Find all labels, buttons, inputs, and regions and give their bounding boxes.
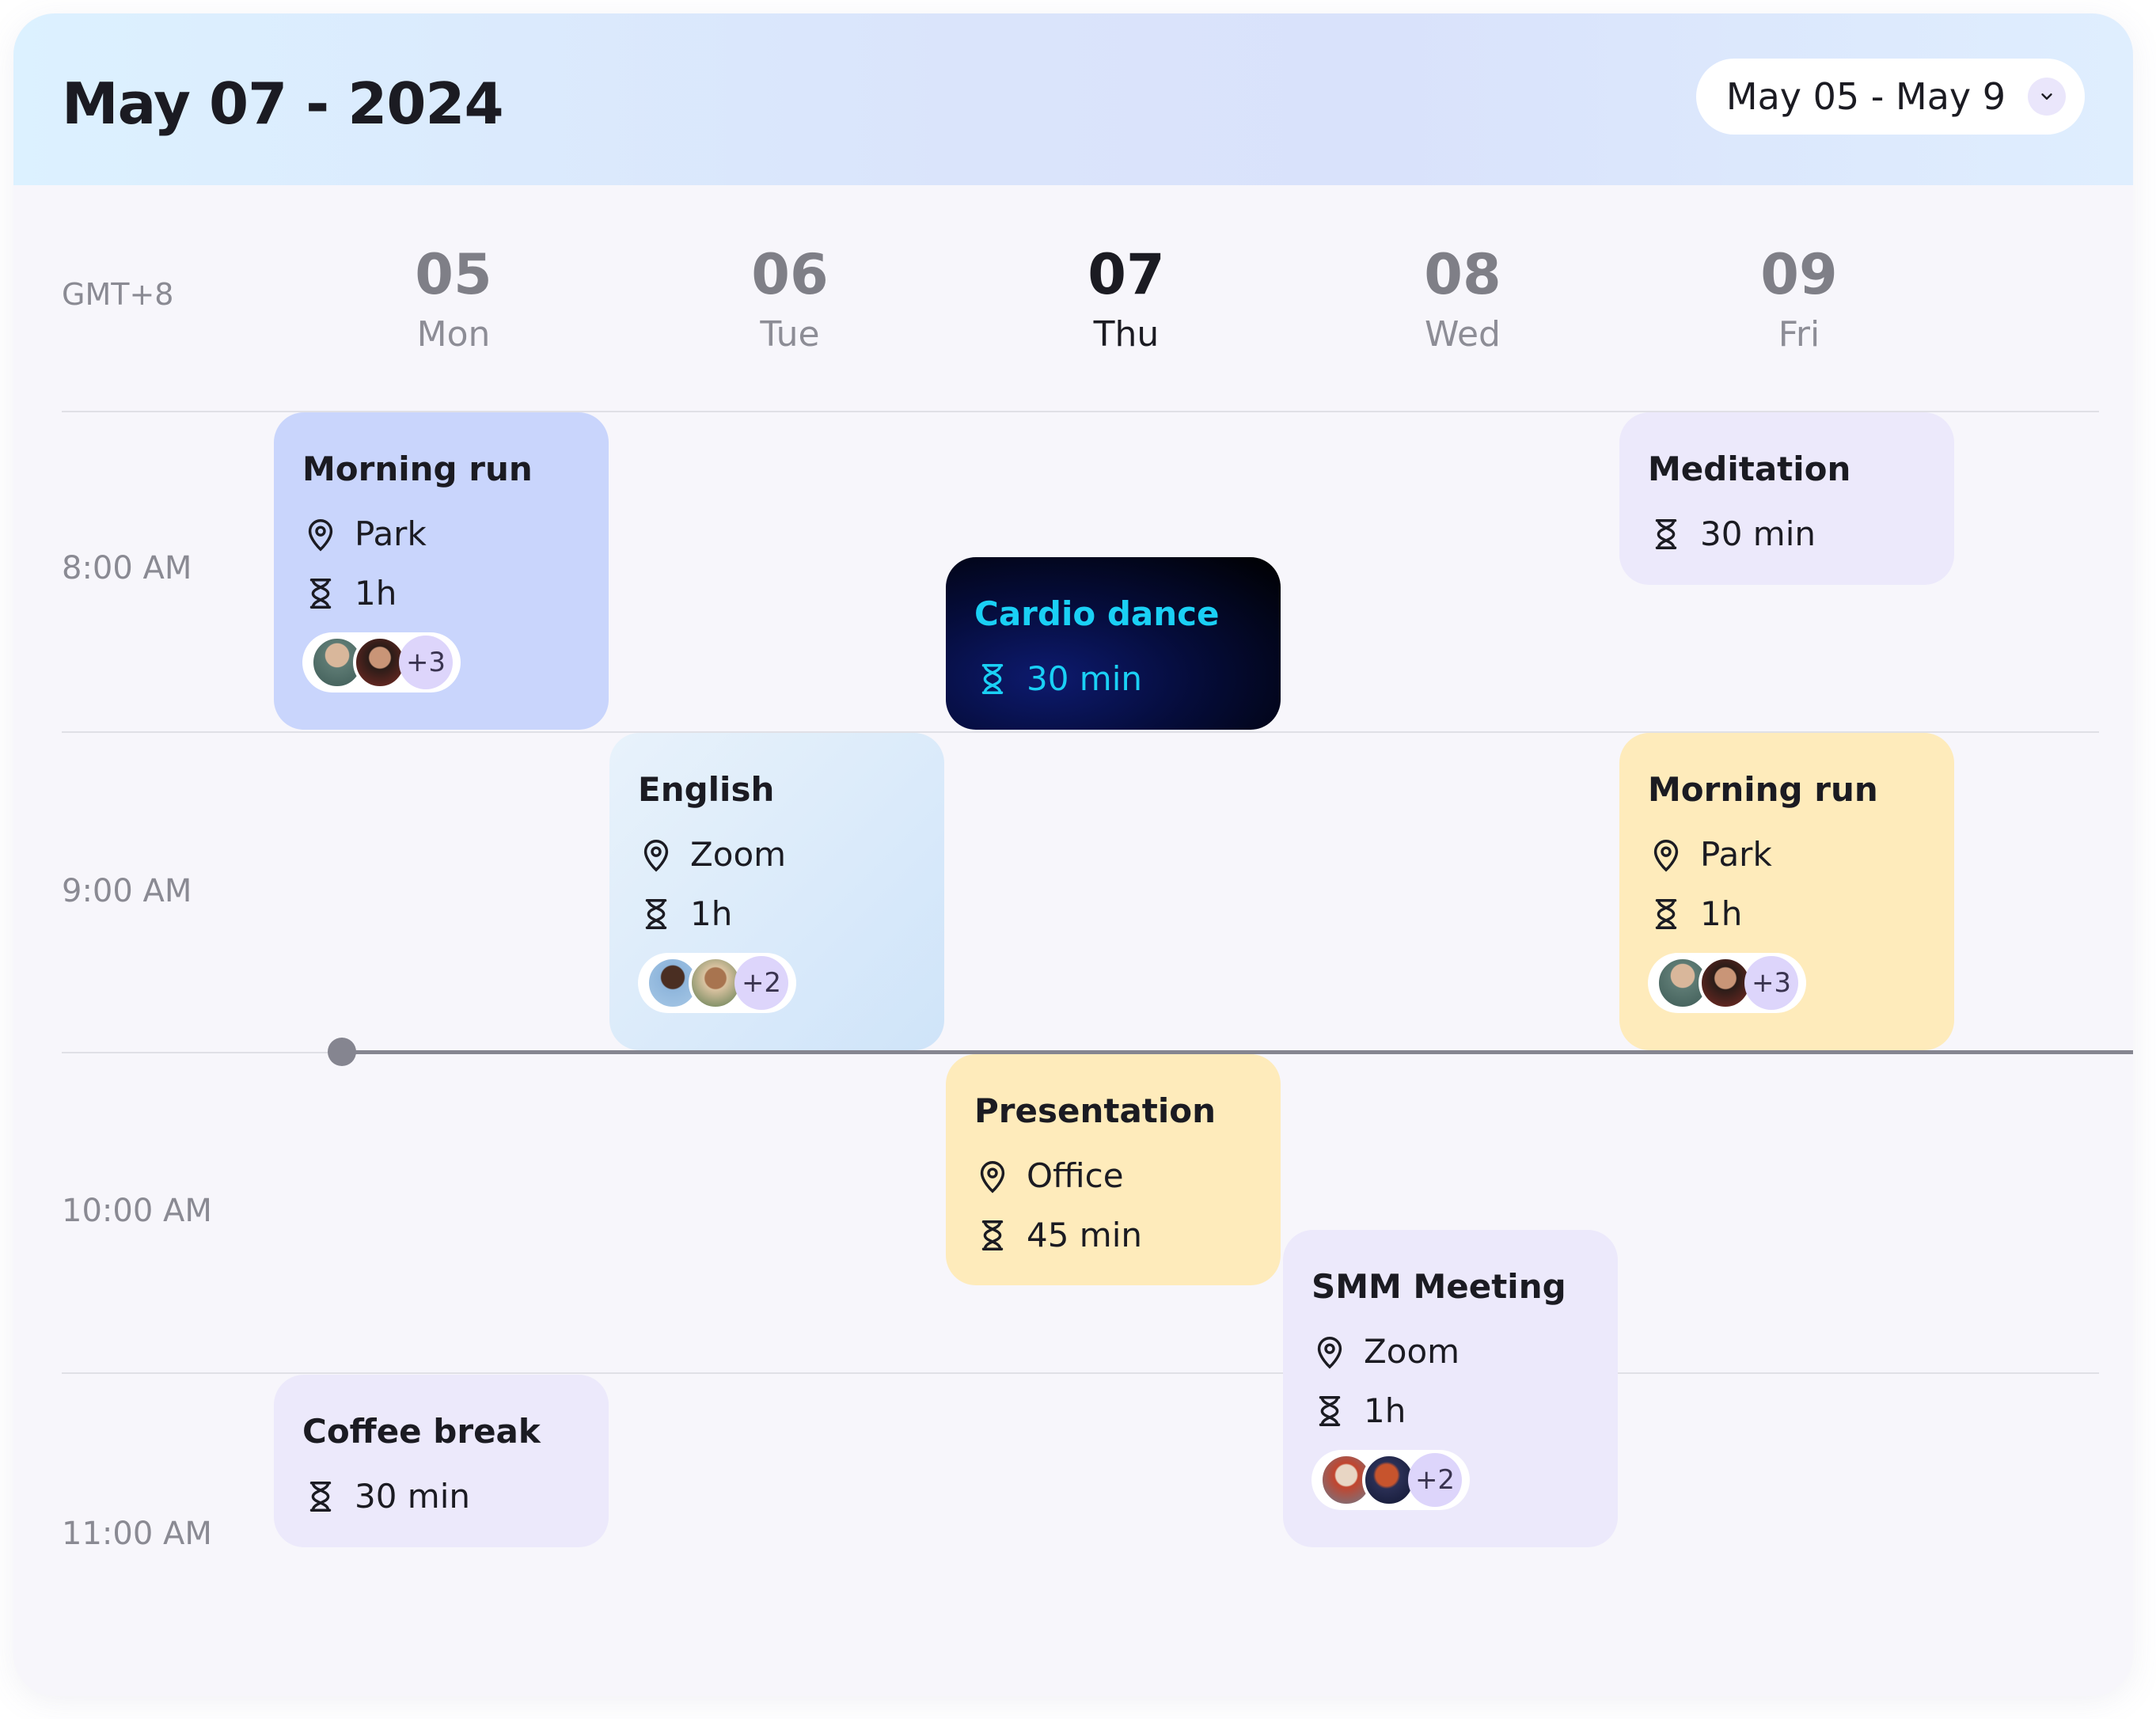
day-number: 07 <box>1087 242 1165 307</box>
date-range-label: May 05 - May 9 <box>1725 75 2006 118</box>
calendar-card: May 07 - 2024 May 05 - May 9 GMT+8 05 Mo… <box>13 13 2133 1696</box>
hourglass-icon <box>1655 898 1677 929</box>
time-label: 8:00 AM <box>62 550 192 586</box>
event-presentation[interactable]: Presentation Office 45 min <box>946 1054 1281 1285</box>
event-smm-meeting[interactable]: SMM Meeting Zoom 1h +2 <box>1283 1230 1618 1547</box>
day-number: 06 <box>751 242 829 307</box>
hourglass-icon <box>645 898 667 929</box>
event-location: Park <box>355 514 427 553</box>
event-duration: 45 min <box>1027 1216 1142 1254</box>
attendee-avatars[interactable]: +3 <box>1648 953 1806 1013</box>
event-duration: 30 min <box>1700 514 1816 553</box>
location-pin-icon <box>643 839 669 872</box>
event-english[interactable]: English Zoom 1h +2 <box>609 733 944 1050</box>
day-name: Fri <box>1778 314 1820 355</box>
hourglass-icon <box>309 1481 332 1512</box>
more-attendees-badge: +3 <box>399 636 453 689</box>
day-header-mon[interactable]: 05 Mon <box>366 243 541 355</box>
day-header-wed[interactable]: 08 Wed <box>1376 243 1550 355</box>
event-location: Park <box>1700 835 1772 874</box>
current-time-dot <box>328 1038 356 1066</box>
more-attendees-badge: +3 <box>1744 956 1798 1010</box>
event-title: Morning run <box>1648 770 1878 809</box>
more-attendees-badge: +2 <box>1408 1453 1462 1507</box>
event-title: English <box>638 770 775 809</box>
hour-divider <box>62 1372 2099 1374</box>
event-duration: 30 min <box>1027 659 1142 698</box>
time-label: 9:00 AM <box>62 873 192 909</box>
hourglass-icon <box>981 1220 1004 1250</box>
day-number: 08 <box>1424 242 1501 307</box>
timezone-label: GMT+8 <box>62 277 174 312</box>
day-name: Tue <box>760 314 820 355</box>
calendar-header: May 07 - 2024 May 05 - May 9 <box>13 13 2133 185</box>
page-title: May 07 - 2024 <box>62 70 504 137</box>
event-duration: 1h <box>690 894 733 933</box>
event-location: Zoom <box>690 835 787 874</box>
location-pin-icon <box>1317 1336 1342 1369</box>
event-location: Zoom <box>1364 1332 1460 1371</box>
event-title: Presentation <box>974 1091 1217 1130</box>
hourglass-icon <box>1655 518 1677 549</box>
hourglass-icon <box>981 663 1004 694</box>
hourglass-icon <box>1319 1395 1341 1426</box>
event-morning-run-fri[interactable]: Morning run Park 1h +3 <box>1619 733 1954 1050</box>
attendee-avatars[interactable]: +3 <box>302 632 461 693</box>
event-title: Coffee break <box>302 1412 541 1451</box>
event-duration: 1h <box>1364 1391 1406 1430</box>
hourglass-icon <box>309 578 332 609</box>
event-coffee-break[interactable]: Coffee break 30 min <box>274 1375 609 1547</box>
event-title: Cardio dance <box>974 594 1220 633</box>
day-header-thu[interactable]: 07 Thu <box>1039 243 1213 355</box>
event-cardio-dance[interactable]: Cardio dance 30 min <box>946 557 1281 730</box>
event-title: SMM Meeting <box>1311 1267 1566 1306</box>
time-label: 10:00 AM <box>62 1193 212 1229</box>
attendee-avatars[interactable]: +2 <box>1311 1450 1470 1510</box>
day-header-tue[interactable]: 06 Tue <box>703 243 877 355</box>
event-duration: 30 min <box>355 1477 470 1516</box>
location-pin-icon <box>980 1160 1005 1193</box>
more-attendees-badge: +2 <box>734 956 788 1010</box>
event-duration: 1h <box>1700 894 1743 933</box>
chevron-down-icon <box>2028 78 2066 116</box>
attendee-avatars[interactable]: +2 <box>638 953 796 1013</box>
event-title: Morning run <box>302 450 533 488</box>
location-pin-icon <box>308 518 333 552</box>
location-pin-icon <box>1653 839 1679 872</box>
time-label: 11:00 AM <box>62 1516 212 1552</box>
event-meditation[interactable]: Meditation 30 min <box>1619 412 1954 585</box>
day-name: Wed <box>1425 314 1501 355</box>
event-duration: 1h <box>355 574 397 613</box>
event-morning-run-mon[interactable]: Morning run Park 1h +3 <box>274 412 609 730</box>
day-name: Thu <box>1093 314 1160 355</box>
event-title: Meditation <box>1648 450 1851 488</box>
day-name: Mon <box>416 314 491 355</box>
event-location: Office <box>1027 1156 1124 1195</box>
day-number: 05 <box>415 242 492 307</box>
date-range-dropdown[interactable]: May 05 - May 9 <box>1695 59 2085 135</box>
day-number: 09 <box>1760 242 1838 307</box>
day-header-fri[interactable]: 09 Fri <box>1712 243 1886 355</box>
